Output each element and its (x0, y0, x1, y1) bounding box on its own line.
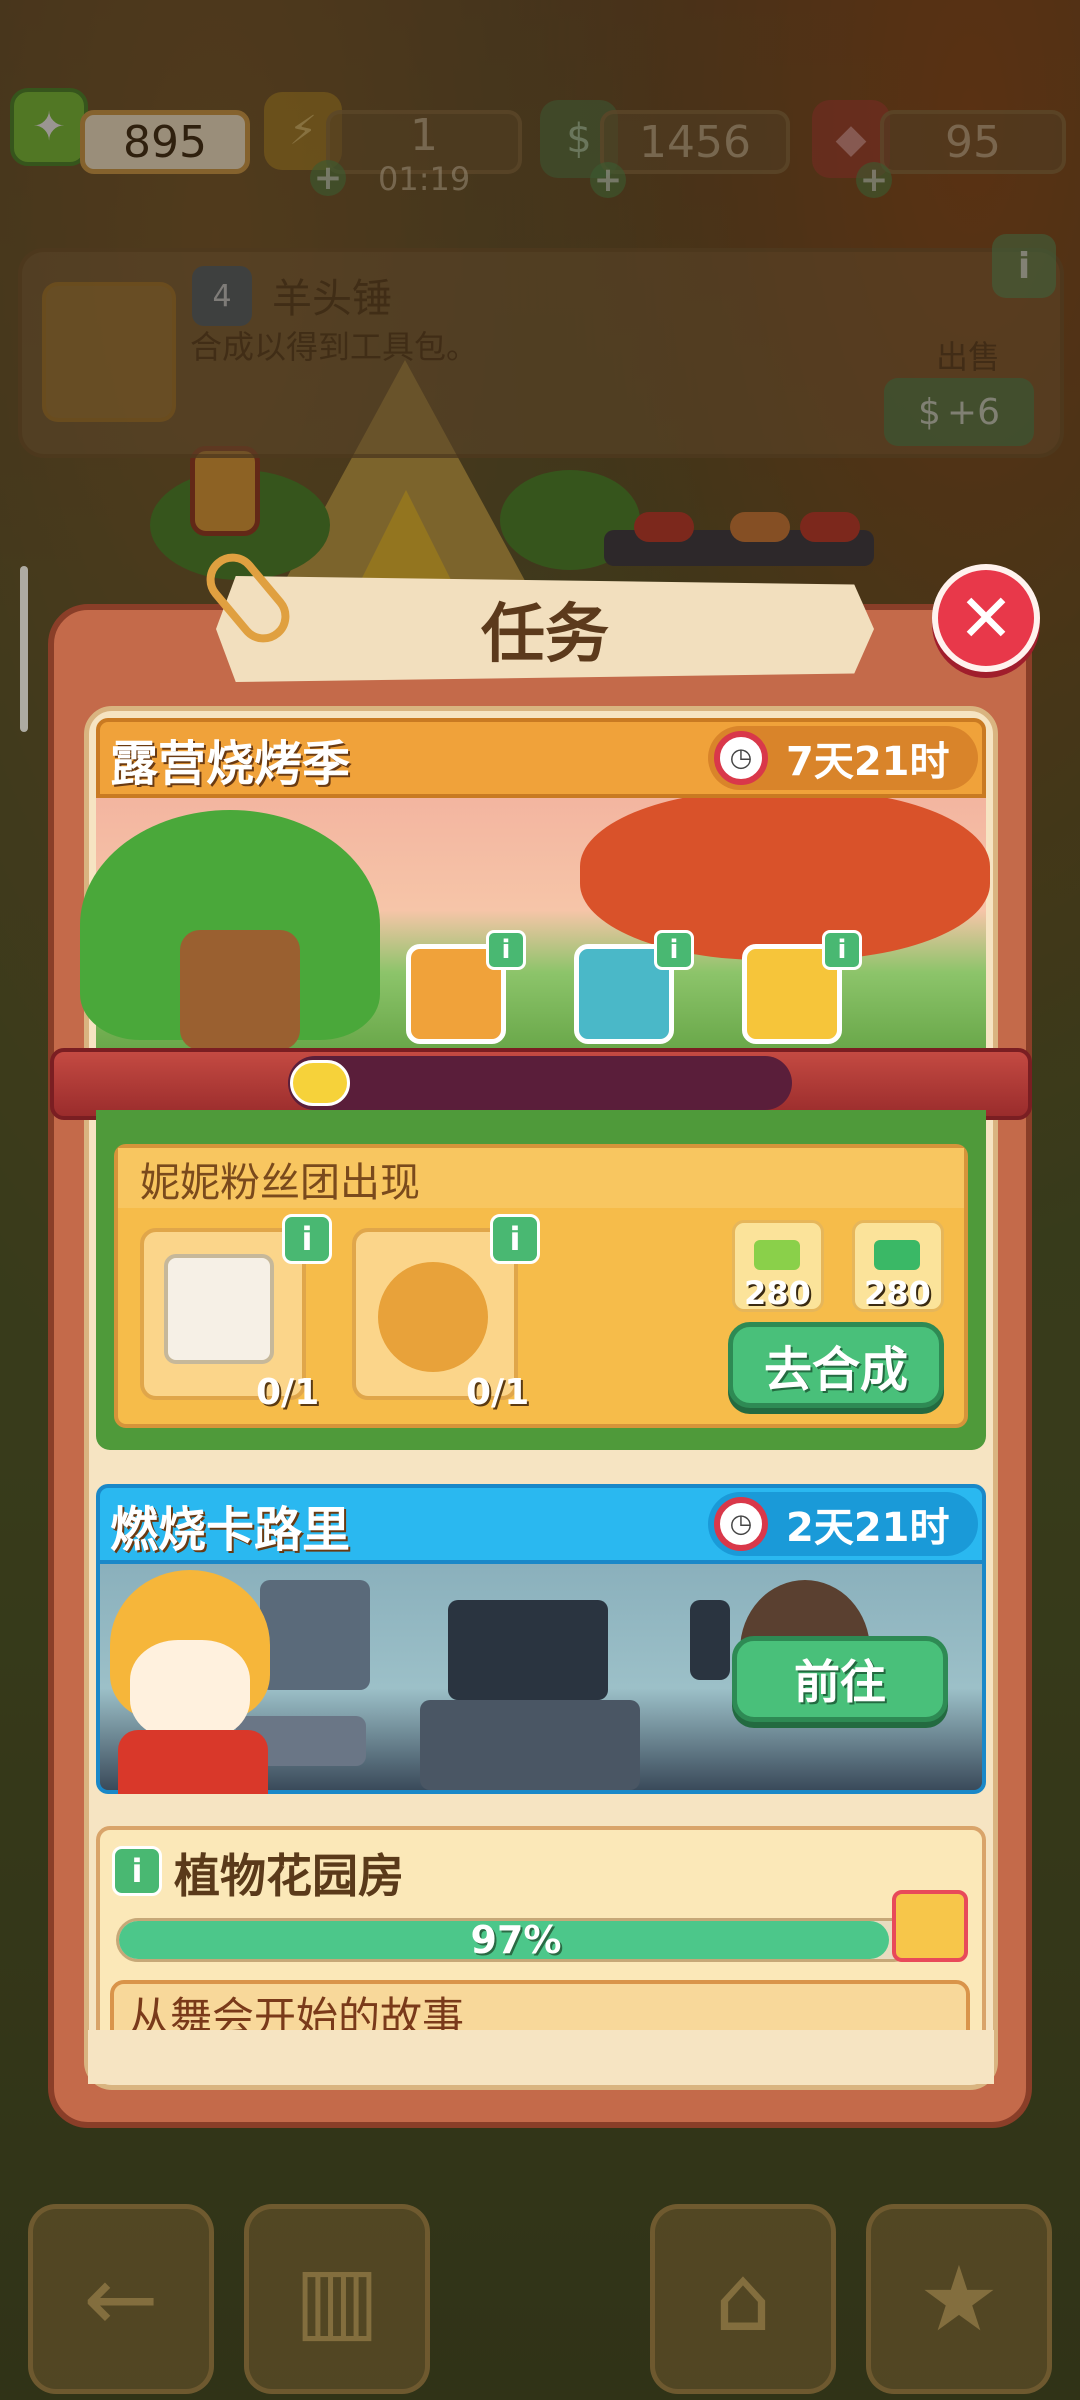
cash-icon (874, 1240, 920, 1270)
item-count: 0/1 (466, 1372, 530, 1413)
leaf-ticket-icon (754, 1240, 800, 1270)
clock-icon: ◷ (714, 731, 768, 785)
hero-body (118, 1730, 268, 1794)
back-arrow-icon[interactable]: ← (28, 2204, 214, 2394)
picnic-character-item (378, 1262, 488, 1372)
tree-trunk-face (180, 930, 300, 1050)
item-info-icon[interactable]: i (282, 1214, 332, 1264)
list-fade-mask (88, 2030, 994, 2084)
treadmill-screen (448, 1600, 608, 1700)
clipboard-star-icon[interactable]: ★ (866, 2204, 1052, 2394)
clock-icon: ◷ (714, 1497, 768, 1551)
plant-progress-label: 97% (470, 1918, 562, 1962)
go-button[interactable]: 前往 (732, 1636, 948, 1722)
bbq-event-title: 露营烧烤季 (110, 736, 351, 792)
reward-value: 280 (864, 1274, 931, 1312)
sub-mission-title: 妮妮粉丝团出现 (140, 1160, 420, 1206)
scroll-indicator (20, 566, 28, 732)
basket-icon[interactable]: ⌂ (650, 2204, 836, 2394)
panel-title: 任务 (481, 598, 609, 672)
calorie-event-title: 燃烧卡路里 (110, 1502, 351, 1558)
photo-frame-item (164, 1254, 274, 1364)
item-info-icon[interactable]: i (490, 1214, 540, 1264)
calorie-event-timer: ◷ 2天21时 (708, 1492, 978, 1556)
bbq-event-timer: ◷ 7天21时 (708, 726, 978, 790)
autumn-tree-decoration (580, 790, 990, 960)
calorie-timer-value: 2天21时 (786, 1505, 950, 1551)
item-count: 0/1 (256, 1372, 320, 1413)
reward-value: 280 (744, 1274, 811, 1312)
chest-info-icon[interactable]: i (822, 930, 862, 970)
treadmill-decoration (690, 1600, 730, 1680)
hero-face (130, 1640, 250, 1740)
treadmill-decoration (420, 1700, 640, 1790)
chest-info-icon[interactable]: i (654, 930, 694, 970)
go-merge-button[interactable]: 去合成 (728, 1322, 944, 1408)
plant-house-title: 植物花园房 (174, 1849, 404, 1903)
chest-info-icon[interactable]: i (486, 930, 526, 970)
podium-icon[interactable]: ▥ (244, 2204, 430, 2394)
window-decoration (260, 1580, 370, 1690)
bbq-progress-track (288, 1056, 792, 1110)
close-button[interactable]: ✕ (932, 564, 1040, 672)
gift-box-icon[interactable] (892, 1890, 968, 1962)
bbq-progress-fill (290, 1060, 350, 1106)
plant-info-icon[interactable]: i (112, 1846, 162, 1896)
bbq-timer-value: 7天21时 (786, 739, 950, 785)
